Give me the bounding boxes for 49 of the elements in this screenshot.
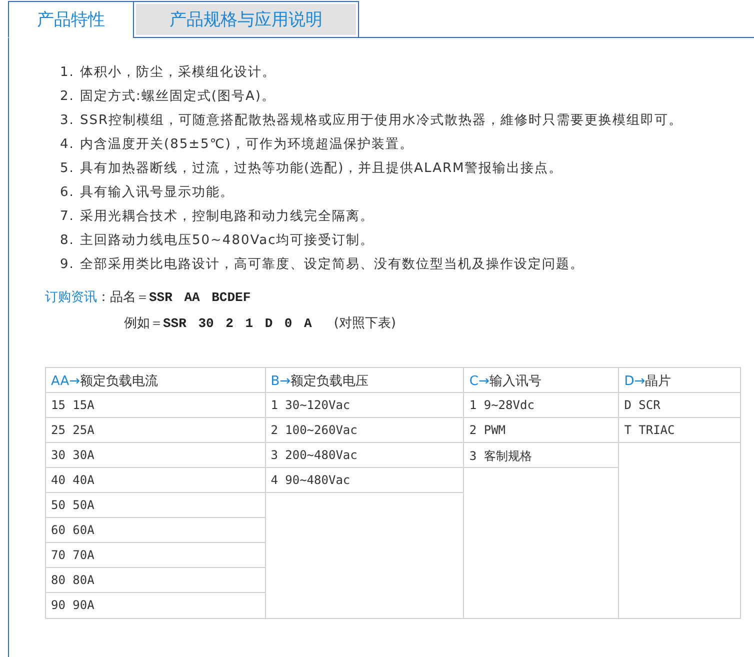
feature-text: 固定方式:螺丝固定式(图号A)。: [80, 88, 276, 106]
table-cell: 30 30A: [46, 443, 265, 468]
item-number: 1.: [60, 64, 76, 82]
item-number: 3.: [60, 112, 76, 130]
column-header: C→输入讯号: [464, 368, 618, 393]
tab[interactable]: 产品规格与应用说明: [133, 1, 359, 38]
table-cell: T TRIAC: [619, 418, 740, 443]
feature-text: 具有输入讯号显示功能。: [80, 184, 234, 202]
table-cell: 3 客制规格: [464, 443, 618, 468]
table-cell: 3 200~480Vac: [266, 443, 464, 468]
name-code: SSR AA BCDEF: [149, 290, 251, 305]
table-cell: D SCR: [619, 393, 740, 418]
example-note: (对照下表): [334, 315, 396, 332]
tab[interactable]: 产品特性: [8, 1, 133, 38]
column-header: AA→额定负载电流: [46, 368, 265, 393]
table-cell-text: 90 90A: [50, 597, 96, 614]
table-cell: 25 25A: [46, 418, 265, 443]
table-cell: 2 PWM: [464, 418, 618, 443]
table-cell: 50 50A: [46, 493, 265, 518]
table-cell: 15 15A: [46, 393, 265, 418]
item-number: 5.: [60, 160, 76, 178]
separator: ：: [97, 289, 110, 306]
table-cell: 60 60A: [46, 518, 265, 543]
table-cell: 40 40A: [46, 468, 265, 493]
feature-text: 采用光耦合技术，控制电路和动力线完全隔离。: [80, 208, 374, 226]
item-number: 7.: [60, 208, 76, 226]
feature-text: SSR控制模组，可随意搭配散热器规格或应用于使用水冷式散热器，維修时只需要更换模组即可。: [80, 112, 683, 130]
feature-text: 体积小，防尘，采模组化设计。: [80, 64, 276, 82]
item-number: 8.: [60, 232, 76, 250]
column-header: B→额定负载电压: [266, 368, 464, 393]
order-info-heading: 订购资讯: [45, 289, 97, 306]
feature-text: 主回路动力线电压50~480Vac均可接受订制。: [80, 232, 374, 250]
example-label: 例如＝: [124, 315, 163, 332]
feature-text: 内含温度开关(85±5℃)，可作为环境超温保护装置。: [80, 136, 414, 154]
column-header: D→晶片: [619, 368, 740, 393]
table-cell: 2 100~260Vac: [266, 418, 464, 443]
feature-text: 全部采用类比电路设计，高可靠度、设定简易、没有数位型当机及操作设定问题。: [80, 256, 584, 274]
table-cell: 1 30~120Vac: [266, 393, 464, 418]
table-cell: 70 70A: [46, 543, 265, 568]
table-cell: 4 90~480Vac: [266, 468, 464, 493]
table-cell: 80 80A: [46, 568, 265, 593]
item-number: 2.: [60, 88, 76, 106]
feature-text: 具有加热器断线，过流，过热等功能(选配)，并且提供ALARM警报输出接点。: [80, 160, 563, 178]
item-number: 9.: [60, 256, 76, 274]
table-cell: 1 9~28Vdc: [464, 393, 618, 418]
item-number: 4.: [60, 136, 76, 154]
example-code: SSR 30 2 1 D 0 A: [163, 316, 312, 331]
name-label: 品名＝: [110, 289, 149, 306]
item-number: 6.: [60, 184, 76, 202]
